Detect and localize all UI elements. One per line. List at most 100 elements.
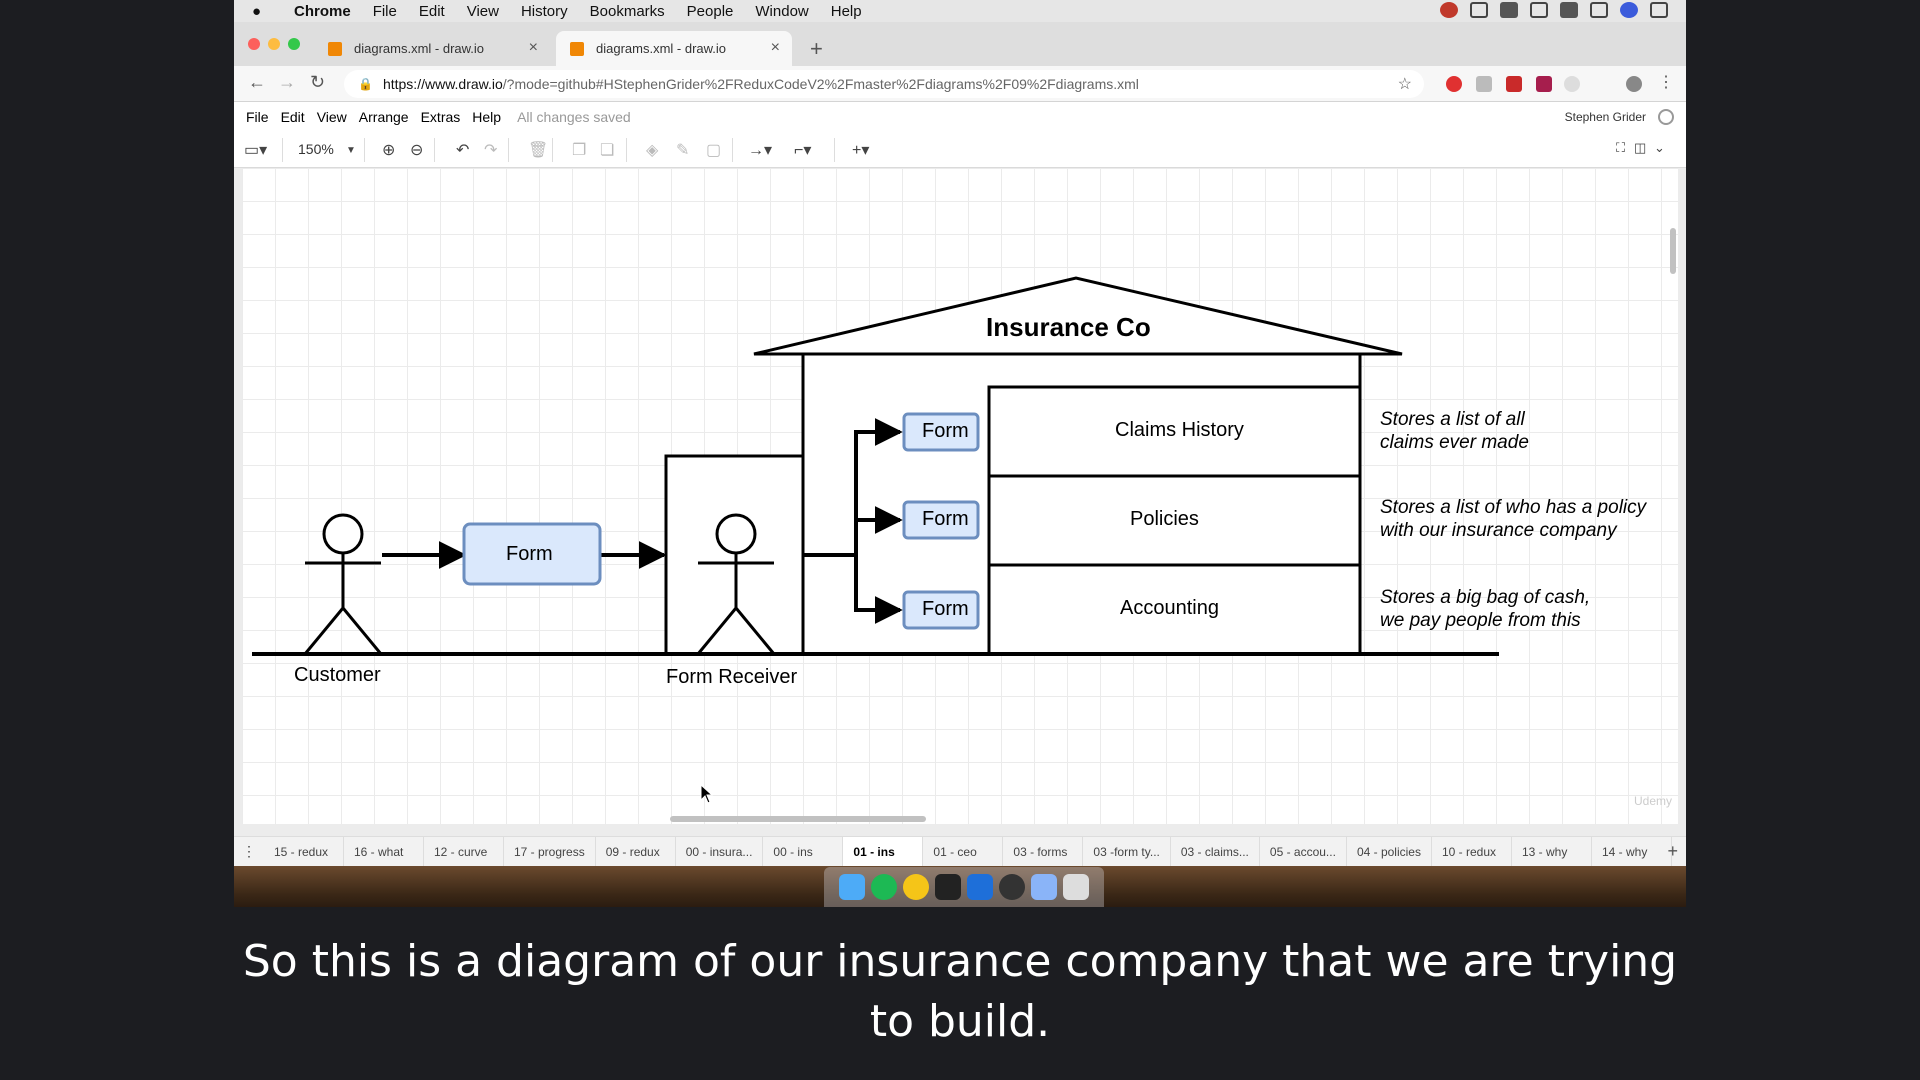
minimize-window-icon[interactable] [268,38,280,50]
browser-tab-2[interactable]: diagrams.xml - draw.io × [556,31,792,66]
page-tab[interactable]: 10 - redux [1432,836,1512,867]
claims-history-label[interactable]: Claims History [1115,419,1244,442]
drawio-menu-extras[interactable]: Extras [421,109,461,125]
page-tab[interactable]: 01 - ceo [923,836,1004,867]
page-tab[interactable]: 16 - what [344,836,424,867]
connection-style-icon[interactable]: →▾ [748,140,772,160]
drawio-menu-file[interactable]: File [246,109,269,125]
forward-icon[interactable]: → [278,72,296,93]
page-tab[interactable]: 03 -form ty... [1083,836,1171,867]
pages-menu-icon[interactable]: ⋮ [234,843,264,860]
to-front-icon[interactable]: ❐ [572,140,586,160]
customer-figure[interactable] [303,513,383,655]
collapse-icon[interactable]: ⌄ [1654,140,1665,156]
close-window-icon[interactable] [248,38,260,50]
menu-people[interactable]: People [687,3,734,20]
panel-toggle-icon[interactable]: ◫ [1634,140,1646,156]
page-tab[interactable]: 03 - claims... [1171,836,1260,867]
apple-icon[interactable]: ● [252,3,272,20]
wifi-icon[interactable] [1530,2,1548,18]
address-bar[interactable]: 🔒 https://www.draw.io/?mode=github#HStep… [344,70,1424,98]
menu-view[interactable]: View [467,3,499,20]
menu-bookmarks[interactable]: Bookmarks [590,3,665,20]
form-label-policies[interactable]: Form [922,508,969,531]
form-receiver-label[interactable]: Form Receiver [666,666,797,689]
page-tab[interactable]: 00 - ins [763,836,844,867]
css-extension-icon[interactable] [1476,76,1492,92]
shadow-icon[interactable]: ▢ [706,140,721,160]
delete-icon[interactable]: 🗑 [528,140,548,160]
profile-avatar-icon[interactable] [1626,76,1642,92]
recording-icon[interactable] [1440,2,1458,18]
battery-icon[interactable] [1560,2,1578,18]
waypoints-icon[interactable]: ⌐▾ [794,140,811,160]
menu-help[interactable]: Help [831,3,862,20]
vscode-icon[interactable] [967,874,993,900]
page-tab[interactable]: 17 - progress [504,836,596,867]
page-tab[interactable]: 03 - forms [1003,836,1084,867]
language-globe-icon[interactable] [1658,109,1674,125]
form-label-claims[interactable]: Form [922,420,969,443]
downloads-folder-icon[interactable] [1031,874,1057,900]
diagram-title[interactable]: Insurance Co [986,312,1151,343]
note-claims[interactable]: Stores a list of all claims ever made [1380,408,1529,454]
docker-icon[interactable] [1500,2,1518,18]
siri-icon[interactable] [1620,2,1638,18]
page-tab[interactable]: 04 - policies [1347,836,1432,867]
menu-app-name[interactable]: Chrome [294,3,351,20]
line-color-icon[interactable]: ✎ [676,140,689,160]
maximize-window-icon[interactable] [288,38,300,50]
extension-badge-icon[interactable] [1536,76,1552,92]
page-tab[interactable]: 13 - why [1512,836,1592,867]
vertical-scrollbar[interactable] [1670,228,1676,274]
glasses-icon[interactable] [1470,2,1488,18]
terminal-icon[interactable] [935,874,961,900]
page-tab[interactable]: 01 - ins [843,836,924,867]
close-tab-icon[interactable]: × [529,39,538,57]
page-tab[interactable]: 15 - redux [264,836,344,867]
drawio-menu-arrange[interactable]: Arrange [359,109,409,125]
chrome-icon[interactable] [903,874,929,900]
fill-color-icon[interactable]: ◈ [646,140,658,160]
form-label-main[interactable]: Form [506,543,553,566]
page-tab[interactable]: 12 - curve [424,836,504,867]
page-tab[interactable]: 00 - insura... [676,836,764,867]
undo-icon[interactable]: ↶ [456,140,469,160]
drawio-menu-edit[interactable]: Edit [281,109,305,125]
extension-icon[interactable] [1564,76,1580,92]
accounting-label[interactable]: Accounting [1120,597,1219,620]
menu-window[interactable]: Window [755,3,808,20]
page-tab[interactable]: 14 - why [1592,836,1672,867]
user-menu[interactable]: Stephen Grider [1565,110,1646,124]
finder-icon[interactable] [839,874,865,900]
note-policies[interactable]: Stores a list of who has a policy with o… [1380,496,1646,542]
obs-icon[interactable] [999,874,1025,900]
bookmark-star-icon[interactable]: ☆ [1398,74,1412,94]
add-page-icon[interactable]: + [1667,841,1678,862]
drawio-menu-help[interactable]: Help [472,109,501,125]
horizontal-scrollbar[interactable] [670,816,926,822]
zoom-out-icon[interactable]: ⊖ [410,140,423,160]
menu-file[interactable]: File [373,3,397,20]
menu-edit[interactable]: Edit [419,3,445,20]
opera-extension-icon[interactable] [1446,76,1462,92]
zoom-select[interactable]: 150% [298,141,334,157]
browser-menu-icon[interactable]: ⋮ [1658,72,1674,92]
reload-icon[interactable]: ↻ [310,72,325,93]
policies-label[interactable]: Policies [1130,508,1199,531]
diagram-canvas[interactable]: Insurance Co Form Form Form Form Claims … [242,168,1678,824]
spotify-icon[interactable] [871,874,897,900]
format-panel-icon[interactable]: ▭▾ [244,140,267,160]
form-label-accounting[interactable]: Form [922,598,969,621]
zoom-in-icon[interactable]: ⊕ [382,140,395,160]
spotlight-icon[interactable] [1590,2,1608,18]
insert-icon[interactable]: +▾ [852,140,869,160]
trash-icon[interactable] [1063,874,1089,900]
new-tab-icon[interactable]: + [810,36,823,62]
page-tab[interactable]: 09 - redux [596,836,676,867]
browser-tab-1[interactable]: diagrams.xml - draw.io × [314,31,550,66]
notification-center-icon[interactable] [1650,2,1668,18]
page-tab[interactable]: 05 - accou... [1260,836,1347,867]
extension-icon[interactable] [1506,76,1522,92]
fullscreen-icon[interactable]: ⛶ [1616,140,1625,156]
